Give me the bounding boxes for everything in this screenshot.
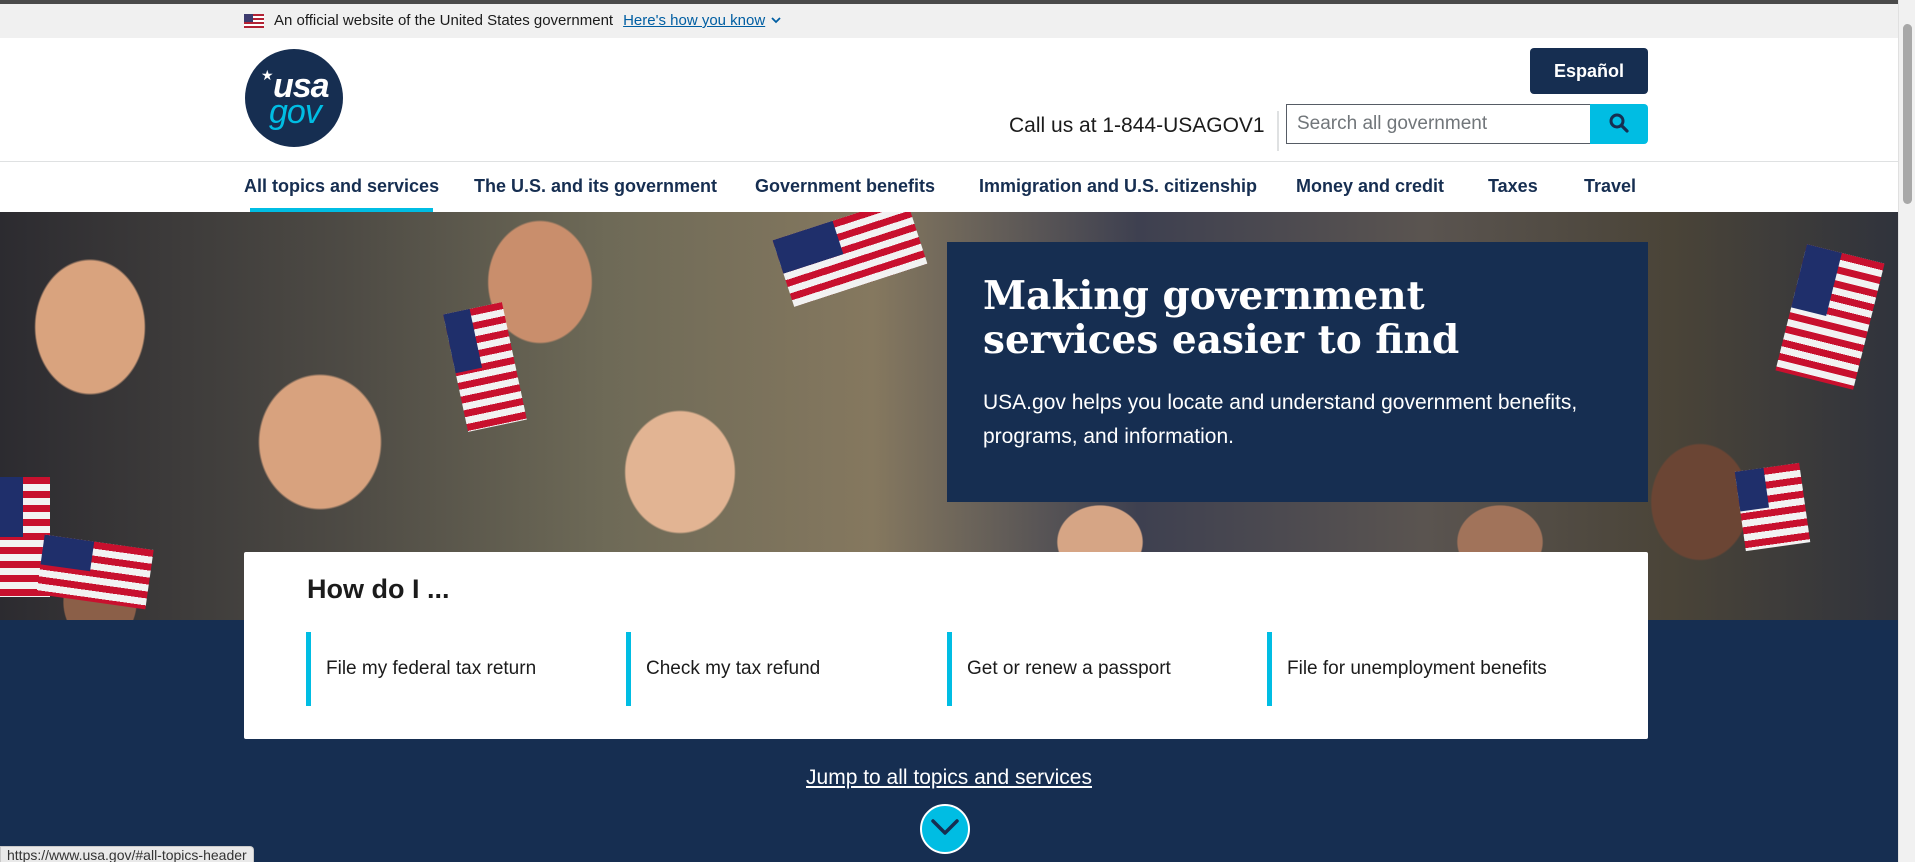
hero-description: USA.gov helps you locate and understand …: [983, 391, 1578, 448]
us-flag-icon: [244, 13, 264, 28]
nav-immigration[interactable]: Immigration and U.S. citizenship: [979, 176, 1257, 197]
search-form: [1286, 104, 1648, 144]
jump-link-container: Jump to all topics and services: [0, 766, 1898, 790]
how-do-i-heading: How do I ...: [307, 574, 450, 604]
espanol-button[interactable]: Español: [1530, 48, 1648, 94]
nav-taxes[interactable]: Taxes: [1488, 176, 1538, 197]
flag-decoration: [443, 302, 527, 432]
site-header: ★ usa gov Español Call us at 1-844-USAGO…: [0, 38, 1898, 162]
flag-decoration: [1775, 244, 1885, 390]
link-check-tax-refund[interactable]: Check my tax refund: [626, 632, 820, 706]
link-passport[interactable]: Get or renew a passport: [947, 632, 1171, 706]
nav-money-credit[interactable]: Money and credit: [1296, 176, 1444, 197]
chevron-down-icon[interactable]: [771, 15, 781, 27]
logo-text-gov: gov: [269, 93, 322, 131]
flag-decoration: [772, 212, 928, 307]
link-file-tax-return[interactable]: File my federal tax return: [306, 632, 536, 706]
nav-government-benefits[interactable]: Government benefits: [755, 176, 935, 197]
scroll-down-button[interactable]: [920, 804, 970, 854]
usagov-logo[interactable]: ★ usa gov: [245, 49, 343, 147]
scrollbar-thumb[interactable]: [1903, 24, 1912, 204]
flag-decoration: [1734, 462, 1811, 552]
nav-us-government[interactable]: The U.S. and its government: [474, 176, 717, 197]
link-unemployment-benefits[interactable]: File for unemployment benefits: [1267, 632, 1547, 706]
browser-status-url: https://www.usa.gov/#all-topics-header: [0, 846, 254, 862]
how-you-know-link[interactable]: Here's how you know: [623, 12, 765, 29]
official-site-text: An official website of the United States…: [274, 12, 614, 29]
chevron-down-icon: [930, 817, 960, 842]
search-button[interactable]: [1590, 104, 1648, 144]
nav-all-topics[interactable]: All topics and services: [244, 176, 439, 212]
jump-to-topics-link[interactable]: Jump to all topics and services: [806, 766, 1092, 789]
flag-decoration: [36, 534, 154, 610]
search-input[interactable]: [1286, 104, 1590, 144]
how-do-i-card: How do I ... File my federal tax return …: [244, 552, 1648, 739]
official-gov-banner: An official website of the United States…: [0, 4, 1898, 38]
call-us-text: Call us at 1-844-USAGOV1: [1009, 111, 1279, 151]
hero-card: Making government services easier to fin…: [947, 242, 1648, 502]
primary-nav: All topics and services The U.S. and its…: [0, 163, 1898, 212]
star-icon: ★: [261, 67, 274, 83]
nav-travel[interactable]: Travel: [1584, 176, 1636, 197]
page-scrollbar[interactable]: [1898, 0, 1915, 862]
hero-title: Making government services easier to fin…: [983, 273, 1460, 363]
search-icon: [1609, 113, 1629, 136]
